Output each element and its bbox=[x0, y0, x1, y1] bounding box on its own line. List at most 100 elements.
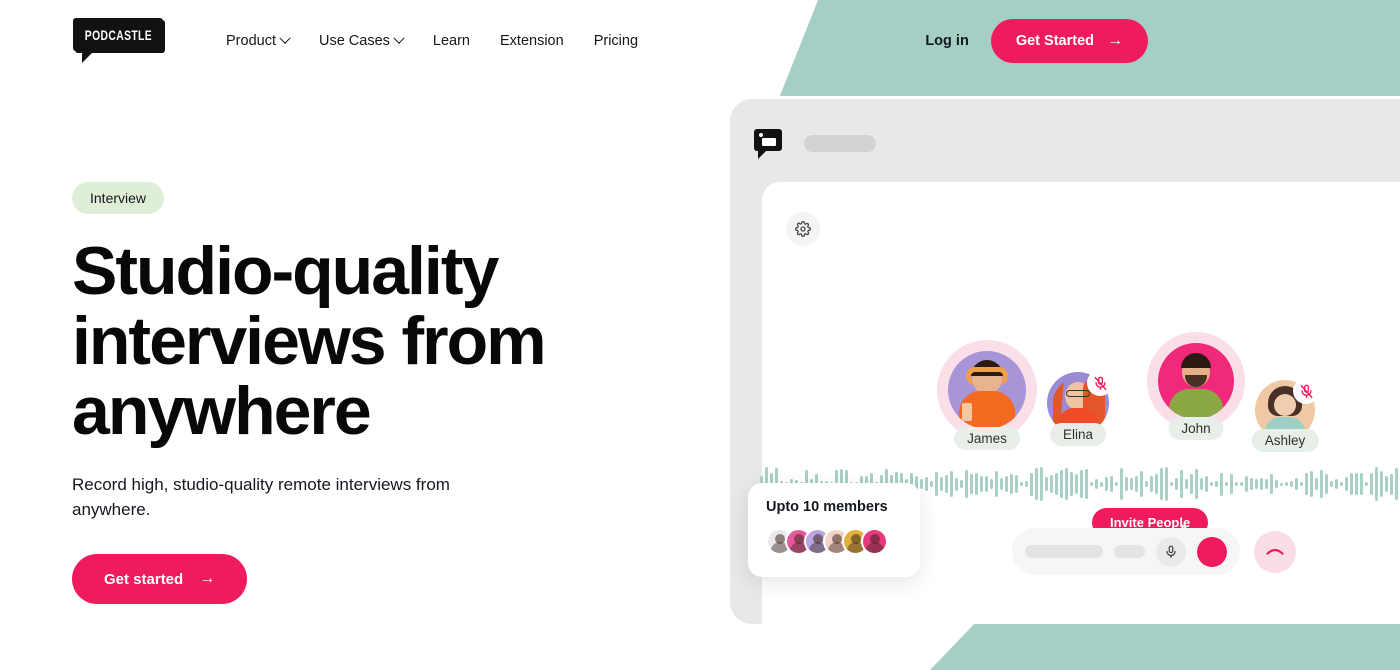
waveform-bar bbox=[1205, 475, 1208, 493]
waveform-bar bbox=[1040, 467, 1043, 501]
nav-item-pricing[interactable]: Pricing bbox=[594, 33, 638, 49]
waveform-bar bbox=[1100, 481, 1103, 487]
waveform-bar bbox=[1295, 478, 1298, 490]
waveform-bar bbox=[1365, 481, 1368, 487]
waveform-bar bbox=[1035, 468, 1038, 500]
waveform-bar bbox=[1350, 472, 1353, 496]
hero-cta-label: Get started bbox=[104, 570, 184, 588]
control-placeholder-small bbox=[1114, 545, 1145, 558]
hero-subtitle: Record high, studio-quality remote inter… bbox=[72, 475, 450, 519]
waveform-bar bbox=[995, 471, 998, 497]
microphone-muted-icon bbox=[1093, 376, 1107, 390]
arrow-right-icon: → bbox=[1107, 32, 1123, 49]
participants-grid: James Elina John Ashley bbox=[907, 332, 1400, 472]
waveform-bar bbox=[1175, 477, 1178, 491]
nav-label-use-cases: Use Cases bbox=[318, 33, 390, 49]
waveform-bar bbox=[1120, 468, 1123, 500]
waveform-bar bbox=[1195, 469, 1198, 499]
waveform-bar bbox=[1200, 477, 1203, 491]
waveform-bar bbox=[1375, 467, 1378, 501]
waveform-bar bbox=[1075, 474, 1078, 494]
waveform-bar bbox=[1305, 473, 1308, 495]
nav-item-product[interactable]: Product bbox=[226, 32, 291, 49]
microphone-button[interactable] bbox=[1156, 536, 1186, 567]
microphone-muted-icon bbox=[1299, 384, 1313, 398]
participant-elina[interactable]: Elina bbox=[1047, 370, 1113, 446]
waveform-bar bbox=[985, 476, 988, 492]
hero-badge: Interview bbox=[72, 182, 165, 214]
end-call-button[interactable] bbox=[1254, 530, 1296, 573]
waveform-bar bbox=[1230, 474, 1233, 494]
control-placeholder-large bbox=[1025, 545, 1103, 558]
waveform-bar bbox=[1000, 477, 1003, 491]
waveform-bar bbox=[1085, 468, 1088, 500]
nav-label-product: Product bbox=[226, 33, 276, 49]
waveform-bar bbox=[1225, 481, 1228, 487]
waveform-bar bbox=[1250, 478, 1253, 490]
get-started-label: Get Started bbox=[1015, 33, 1094, 49]
waveform-bar bbox=[1050, 474, 1053, 494]
get-started-button[interactable]: Get Started → bbox=[990, 19, 1148, 63]
waveform-bar bbox=[1160, 467, 1163, 501]
waveform-bar bbox=[1370, 473, 1373, 495]
chevron-down-icon bbox=[393, 32, 405, 44]
waveform-bar bbox=[1030, 472, 1033, 496]
waveform-bar bbox=[955, 477, 958, 491]
waveform-bar bbox=[1060, 469, 1063, 499]
waveform-bar bbox=[1145, 481, 1148, 487]
arrow-right-icon: → bbox=[199, 570, 216, 587]
waveform-bar bbox=[1015, 475, 1018, 493]
waveform-bar bbox=[1095, 479, 1098, 489]
nav-item-extension[interactable]: Extension bbox=[500, 33, 564, 49]
participant-ashley[interactable]: Ashley bbox=[1251, 378, 1319, 452]
hero-section: Interview Studio-quality interviews from… bbox=[72, 182, 652, 604]
waveform-bar bbox=[1235, 482, 1238, 486]
microphone-icon bbox=[1166, 545, 1176, 558]
waveform-bar bbox=[1080, 470, 1083, 498]
titlebar-placeholder bbox=[804, 134, 876, 152]
waveform-bar bbox=[1315, 477, 1318, 491]
members-card-title: Upto 10 members bbox=[766, 499, 888, 515]
waveform-bar bbox=[1355, 472, 1358, 496]
nav-label-pricing: Pricing bbox=[593, 33, 639, 49]
waveform-bar bbox=[965, 469, 968, 499]
mute-badge-elina bbox=[1087, 370, 1113, 396]
hero-get-started-button[interactable]: Get started → bbox=[72, 554, 248, 604]
waveform-bar bbox=[1090, 482, 1093, 486]
podcastle-logo[interactable]: PODCASTLE bbox=[72, 18, 164, 64]
gear-icon bbox=[795, 221, 811, 237]
waveform-bar bbox=[1290, 481, 1293, 487]
settings-button[interactable] bbox=[786, 212, 820, 246]
studio-control-bar bbox=[1012, 528, 1296, 575]
logo-text: PODCASTLE bbox=[84, 26, 152, 43]
waveform-bar bbox=[975, 473, 978, 495]
waveform-bar bbox=[1005, 476, 1008, 492]
nav-item-learn[interactable]: Learn bbox=[433, 33, 470, 49]
waveform-bar bbox=[1215, 481, 1218, 487]
waveform-bar bbox=[1270, 474, 1273, 494]
participant-james[interactable]: James bbox=[937, 340, 1037, 450]
waveform-bar bbox=[1185, 479, 1188, 489]
participant-name: Ashley bbox=[1251, 429, 1319, 452]
record-button[interactable] bbox=[1197, 536, 1227, 567]
waveform-bar bbox=[1045, 477, 1048, 491]
waveform-bar bbox=[1395, 467, 1398, 501]
waveform-bar bbox=[1255, 478, 1258, 490]
login-link[interactable]: Log in bbox=[925, 33, 969, 49]
waveform-bar bbox=[1325, 473, 1328, 495]
participant-john[interactable]: John bbox=[1147, 332, 1245, 440]
waveform-bar bbox=[945, 474, 948, 494]
waveform-bar bbox=[1385, 475, 1388, 493]
control-pill bbox=[1012, 528, 1240, 575]
waveform-bar bbox=[1310, 470, 1313, 498]
member-avatar bbox=[861, 528, 888, 555]
waveform-bar bbox=[1280, 482, 1283, 486]
waveform-bar bbox=[1170, 481, 1173, 487]
waveform-bar bbox=[1110, 476, 1113, 492]
waveform-bar bbox=[1115, 481, 1118, 487]
waveform-bar bbox=[1300, 482, 1303, 486]
waveform-bar bbox=[1340, 482, 1343, 486]
waveform-bar bbox=[1065, 468, 1068, 500]
nav-item-use-cases[interactable]: Use Cases bbox=[318, 32, 405, 49]
waveform-bar bbox=[940, 476, 943, 492]
